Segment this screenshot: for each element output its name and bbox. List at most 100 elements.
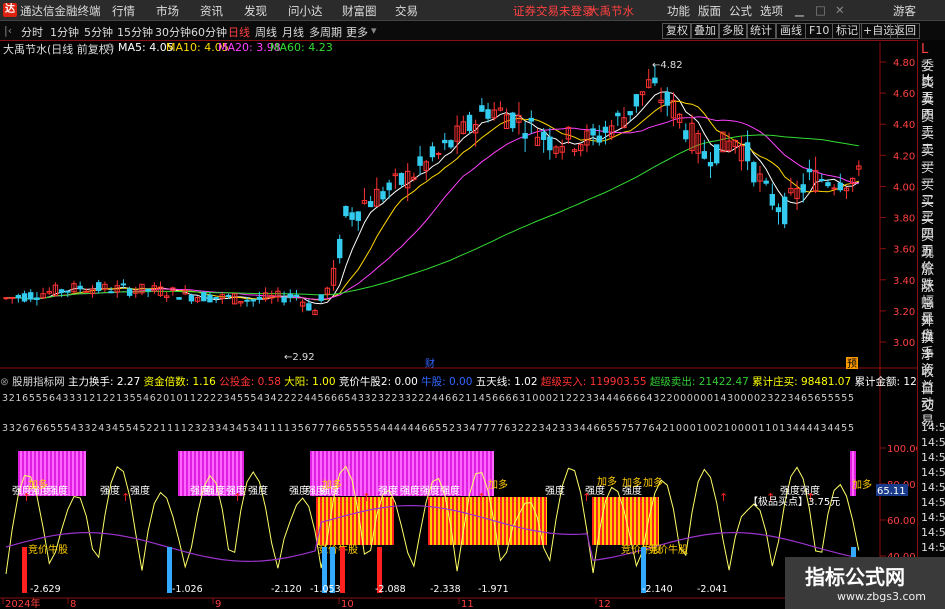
period-fenshi[interactable]: 分时 — [21, 24, 43, 40]
huaxian-button[interactable]: 画线 — [776, 23, 806, 39]
buy-arrow-icon: ↑ — [477, 491, 486, 504]
buy-arrow-icon: ↑ — [362, 491, 371, 504]
window-minimize-icon[interactable]: ▁ — [795, 3, 804, 17]
close-indicator-icon[interactable]: ⊗ — [0, 376, 9, 388]
diejia-button[interactable]: 叠加 — [690, 23, 720, 39]
window-maximize-icon[interactable]: □ — [815, 3, 826, 17]
side-panel-item[interactable]: 14:56 — [921, 510, 945, 525]
candle-body — [435, 152, 442, 155]
menu-gongshi[interactable]: 公式 — [729, 3, 752, 19]
candle-body — [380, 191, 386, 200]
add-position-block — [392, 497, 394, 545]
strength-label: 强度 — [400, 484, 420, 497]
period-15min[interactable]: 15分钟 — [117, 24, 153, 40]
add-position-block — [486, 497, 488, 545]
candle-body — [188, 294, 195, 302]
candle-body — [714, 144, 720, 164]
side-panel-item[interactable]: 14:56 — [921, 540, 945, 555]
window-close-icon[interactable]: ✕ — [835, 3, 845, 17]
candle-body — [528, 117, 534, 122]
auction-bull-label: 竞价牛股 — [648, 543, 688, 556]
right-value: 65.11 — [877, 486, 906, 497]
menu-banmian[interactable]: 版面 — [698, 3, 721, 19]
candle-body — [337, 238, 343, 259]
candle-body — [417, 156, 423, 166]
add-position-block — [320, 497, 322, 545]
duogu-button[interactable]: 多股 — [718, 23, 748, 39]
chart-area[interactable]: 4.80 4.60 4.40 4.20 4.00 3.80 3.60 3.40 3.20 3.00… — [0, 40, 917, 609]
period-multi[interactable]: 多周期 — [309, 24, 342, 40]
menu-jiaoyi[interactable]: 交易 — [395, 3, 418, 19]
menu-gongneng[interactable]: 功能 — [667, 3, 690, 19]
strength-block — [462, 451, 464, 496]
strength-block — [372, 451, 374, 496]
candle-body — [751, 162, 757, 183]
menu-wenxiaoda[interactable]: 问小达 — [288, 3, 323, 19]
collapse-icon[interactable]: |‹ — [4, 24, 12, 37]
strength-block — [484, 451, 486, 496]
side-panel-item[interactable]: 14:56 — [921, 450, 945, 465]
strength-block — [186, 451, 188, 496]
add-position-block — [500, 497, 502, 545]
add-label: 加多 — [488, 478, 508, 491]
indicator-value-4: 竞价牛股2: 0.00 — [335, 376, 418, 388]
menu-shichang[interactable]: 市场 — [156, 3, 179, 19]
strength-label: 强度 — [420, 484, 440, 497]
period-daily[interactable]: 日线 — [228, 24, 250, 40]
add-position-block — [610, 497, 612, 545]
indicator-value-7: 超级买入: 119903.55 — [537, 376, 647, 388]
add-position-block — [478, 497, 480, 545]
side-panel-item[interactable]: 14:56 — [921, 525, 945, 540]
strength-block — [472, 451, 474, 496]
candle-body — [120, 283, 127, 286]
indicator-value-2: 公投金: 0.58 — [215, 376, 281, 388]
bottom-value-label: -2.088 — [375, 584, 406, 595]
add-position-block — [370, 497, 372, 545]
add-position-block — [354, 497, 356, 545]
add-position-block — [352, 497, 354, 545]
period-5min[interactable]: 5分钟 — [84, 24, 113, 40]
side-panel-item[interactable]: 14:56 — [921, 495, 945, 510]
buy-arrow-icon: ↑ — [719, 491, 728, 504]
indicator-name[interactable]: 股朋指标网 — [12, 376, 65, 388]
period-more[interactable]: 更多 — [346, 24, 368, 40]
add-position-block — [526, 497, 528, 545]
guest-label[interactable]: 游客 — [893, 3, 916, 19]
add-label: 加多 — [622, 476, 642, 489]
menu-zixun[interactable]: 资讯 — [200, 3, 223, 19]
menu-caifuquan[interactable]: 财富圈 — [342, 3, 377, 19]
period-30min[interactable]: 30分钟 — [155, 24, 191, 40]
back-button[interactable]: 返回 — [890, 23, 920, 39]
period-1min[interactable]: 1分钟 — [50, 24, 79, 40]
ma5-line — [5, 91, 860, 305]
side-panel-item[interactable]: 14:56 — [921, 480, 945, 495]
x-tick-label: 2024年 — [5, 597, 40, 609]
add-position-block — [504, 497, 506, 545]
chevron-down-icon[interactable]: ▾ — [371, 24, 377, 37]
menu-faxian[interactable]: 发现 — [244, 3, 267, 19]
candle-body — [318, 294, 324, 301]
login-warning[interactable]: 证券交易未登录 — [513, 3, 594, 19]
period-weekly[interactable]: 周线 — [255, 24, 277, 40]
period-monthly[interactable]: 月线 — [282, 24, 304, 40]
fuquan-button[interactable]: 复权 — [662, 23, 692, 39]
side-panel-item[interactable]: 14:56 — [921, 465, 945, 480]
high-price-label: ←4.82 — [652, 60, 683, 71]
add-position-block — [656, 497, 658, 545]
menu-hangqing[interactable]: 行情 — [112, 3, 135, 19]
add-position-block — [390, 497, 392, 545]
side-panel-item[interactable]: L — [921, 42, 928, 57]
tongji-button[interactable]: 统计 — [746, 23, 776, 39]
side-panel-item[interactable]: 14:56 — [921, 435, 945, 450]
period-60min[interactable]: 60分钟 — [191, 24, 227, 40]
candle-body — [510, 112, 516, 129]
candle-body — [800, 184, 806, 193]
biaoji-button[interactable]: 标记 — [832, 23, 862, 39]
add-position-block — [334, 497, 336, 545]
strength-block — [82, 451, 84, 496]
f10-button[interactable]: F10 — [805, 23, 834, 39]
add-position-block — [338, 497, 340, 545]
add-position-block — [534, 497, 536, 545]
menu-xuanxiang[interactable]: 选项 — [760, 3, 783, 19]
side-panel-item[interactable]: 14:56 — [921, 420, 945, 435]
